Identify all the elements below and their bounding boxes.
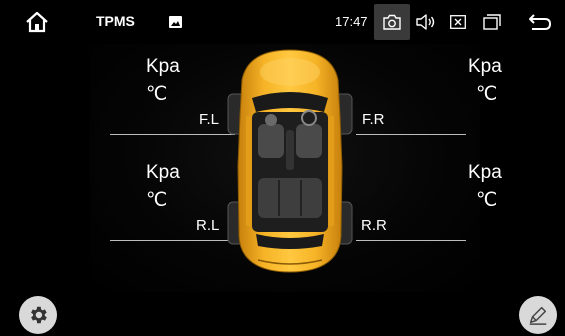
rear-left-divider [110,240,235,241]
front-right-temp-unit: ℃ [476,84,498,105]
recent-apps-button[interactable] [478,10,506,34]
volume-icon [416,14,435,30]
front-left-divider [110,134,235,135]
app-title: TPMS [96,13,135,29]
front-right-label: F.R [362,111,385,128]
rear-left-temp-unit: ℃ [146,190,168,211]
rear-left-pressure-unit: Kpa [146,162,180,183]
front-right-divider [356,134,466,135]
back-button[interactable] [524,8,556,36]
rear-right-temp-unit: ℃ [476,190,498,211]
volume-button[interactable] [412,10,440,34]
front-left-temp-unit: ℃ [146,84,168,105]
rear-right-divider [356,240,466,241]
front-left-label: F.L [199,111,220,128]
status-bar: TPMS 17:47 [0,0,565,44]
clock: 17:47 [335,14,368,29]
recent-apps-icon [483,14,501,30]
close-box-icon [450,15,466,29]
pencil-icon [529,306,547,325]
back-icon [529,14,552,30]
settings-button[interactable] [19,296,57,334]
edit-button[interactable] [519,296,557,334]
close-window-button[interactable] [444,10,472,34]
front-right-pressure-unit: Kpa [468,56,502,77]
gear-icon [31,306,47,324]
screenshot-button[interactable] [374,4,410,40]
image-icon [168,15,182,28]
home-button[interactable] [22,8,52,36]
rear-right-label: R.R [361,217,387,234]
front-left-pressure-unit: Kpa [146,56,180,77]
home-icon [26,11,48,33]
car-top-view [227,49,353,273]
rear-right-pressure-unit: Kpa [468,162,502,183]
camera-icon [383,14,401,30]
rear-left-label: R.L [196,217,220,234]
